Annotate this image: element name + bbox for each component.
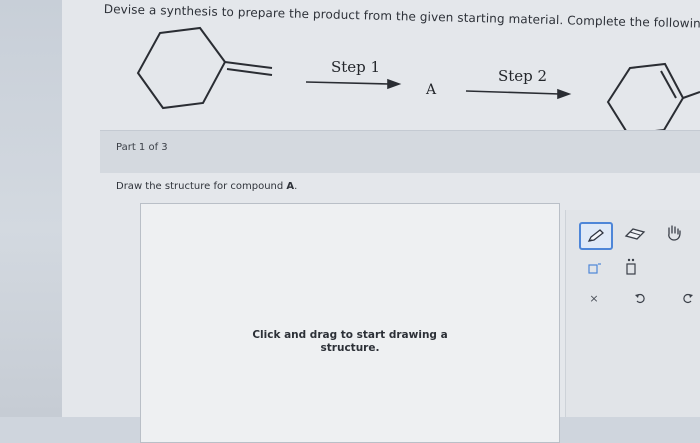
eraser-tool-button[interactable] — [622, 224, 648, 244]
drawing-toolbar: × — [565, 210, 700, 417]
lone-pair-tool-button[interactable] — [621, 256, 641, 278]
question-prefix: Draw the structure for compound — [116, 181, 287, 192]
product-structure — [606, 62, 700, 136]
clear-tool-button[interactable]: × — [586, 290, 602, 306]
redo-tool-button[interactable] — [680, 290, 696, 306]
template-icon — [588, 263, 601, 274]
intermediate-label: A — [426, 82, 437, 98]
canvas-hint-line2: structure. — [320, 342, 380, 354]
question-suffix: . — [294, 181, 298, 192]
pencil-tool-button[interactable] — [579, 222, 613, 250]
hand-tool-button[interactable] — [661, 222, 687, 244]
undo-icon — [635, 293, 645, 304]
step2-label: Step 2 — [498, 67, 548, 85]
starting-material-structure — [136, 26, 273, 110]
part-label: Part 1 of 3 — [116, 142, 168, 153]
step1-arrow — [305, 78, 402, 90]
redo-icon — [683, 293, 693, 304]
canvas-hint: Click and drag to start drawing a struct… — [141, 329, 559, 355]
canvas-hint-line1: Click and drag to start drawing a — [252, 329, 448, 341]
part-header — [100, 130, 700, 173]
question-text: Draw the structure for compound A. — [116, 181, 297, 192]
pencil-icon — [587, 229, 604, 242]
reaction-scheme: Step 1 Step 2 A — [0, 0, 700, 140]
hand-icon — [668, 225, 681, 241]
undo-tool-button[interactable] — [632, 290, 648, 306]
step1-label: Step 1 — [331, 58, 381, 76]
step2-arrow — [465, 88, 572, 100]
question-compound: A — [286, 181, 295, 192]
eraser-icon — [624, 228, 646, 240]
drawing-canvas[interactable]: Click and drag to start drawing a struct… — [140, 203, 560, 443]
clear-icon: × — [589, 291, 599, 305]
template-tool-button[interactable] — [584, 258, 604, 278]
lone-pair-icon — [626, 258, 636, 275]
